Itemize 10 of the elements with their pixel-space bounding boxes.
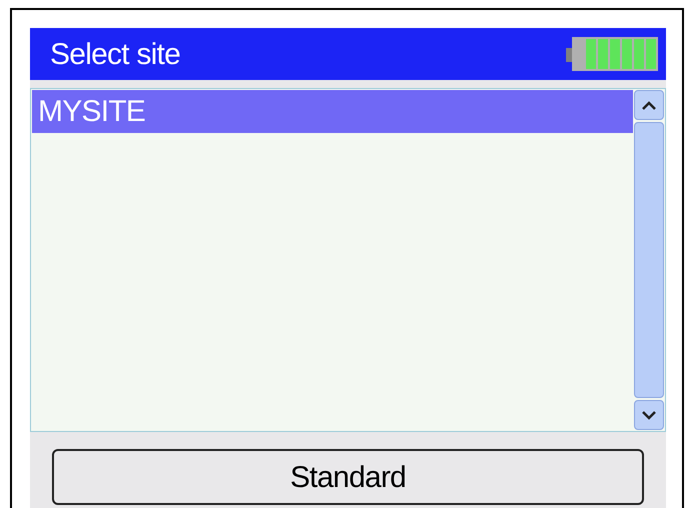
screen-title: Select site: [50, 36, 180, 72]
chevron-up-icon: [642, 100, 656, 110]
site-list-item[interactable]: MYSITE: [32, 90, 633, 133]
scrollbar[interactable]: [633, 89, 665, 431]
scroll-up-button[interactable]: [634, 90, 664, 120]
battery-icon: [566, 36, 658, 72]
chevron-down-icon: [642, 410, 656, 420]
scroll-thumb[interactable]: [634, 122, 664, 398]
standard-button[interactable]: Standard: [52, 449, 644, 505]
scroll-down-button[interactable]: [634, 400, 664, 430]
